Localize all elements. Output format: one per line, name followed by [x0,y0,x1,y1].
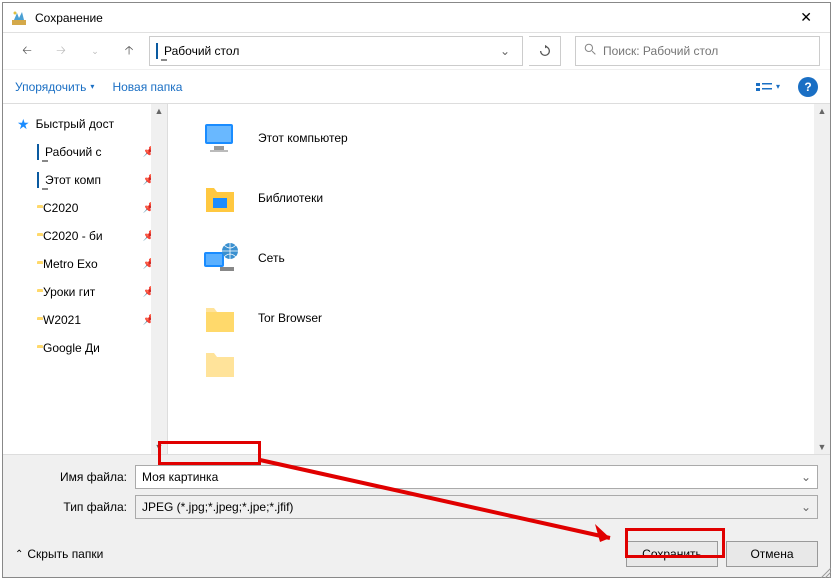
content-pane[interactable]: Этот компьютер Библиотеки Сеть [168,104,830,454]
sidebar-item-desktop[interactable]: Рабочий с 📌 [3,138,167,166]
close-button[interactable]: ✕ [790,5,822,30]
file-item-thispc[interactable]: Этот компьютер [168,108,830,168]
file-item-libraries[interactable]: Библиотеки [168,168,830,228]
sidebar-item-c2020[interactable]: C2020 📌 [3,194,167,222]
app-icon [11,10,27,26]
sidebar-item-metro[interactable]: Metro Exo 📌 [3,250,167,278]
libraries-icon [198,176,242,220]
search-icon [584,43,597,59]
organize-button[interactable]: Упорядочить ▾ [15,80,94,94]
filetype-field[interactable]: JPEG (*.jpg;*.jpeg;*.jpe;*.jfif) ⌄ [135,495,818,519]
sidebar-item-google[interactable]: Google Ди [3,334,167,362]
monitor-icon [37,173,39,187]
sidebar-item-uroki[interactable]: Уроки гит 📌 [3,278,167,306]
breadcrumb[interactable]: Рабочий стол ⌄ [149,36,523,66]
cancel-button[interactable]: Отмена [726,541,818,567]
sidebar-item-c2020b[interactable]: C2020 - би 📌 [3,222,167,250]
help-button[interactable]: ? [798,77,818,97]
filename-label: Имя файла: [15,470,135,484]
up-button[interactable]: 🡡 [115,37,143,65]
nav-row: 🡠 🡢 ⌄ 🡡 Рабочий стол ⌄ [3,33,830,69]
chevron-down-icon: ▾ [776,82,780,91]
file-item-tor[interactable]: Tor Browser [168,288,830,348]
chevron-down-icon[interactable]: ⌄ [494,44,516,58]
network-icon [198,236,242,280]
monitor-icon [37,145,39,159]
button-row: ⌃ Скрыть папки Сохранить Отмена [15,541,818,567]
filetype-label: Тип файла: [15,500,135,514]
chevron-up-icon: ⌃ [15,549,23,560]
refresh-button[interactable] [529,36,561,66]
save-button[interactable]: Сохранить [626,541,718,567]
new-folder-button[interactable]: Новая папка [112,80,182,94]
sidebar-scrollbar[interactable]: ▲ ▼ [151,104,167,454]
search-input[interactable] [603,44,811,58]
folder-icon [198,348,242,378]
forward-button[interactable]: 🡢 [47,37,75,65]
filetype-row: Тип файла: JPEG (*.jpg;*.jpeg;*.jpe;*.jf… [15,495,818,519]
view-button[interactable]: ▾ [756,80,780,94]
recent-chevron[interactable]: ⌄ [81,37,109,65]
star-icon: ★ [17,116,30,133]
titlebar: Сохранение ✕ [3,3,830,33]
sidebar: ★ Быстрый дост Рабочий с 📌 Этот комп 📌 C… [3,104,168,454]
filename-row: Имя файла: ⌄ [15,465,818,489]
file-item-partial[interactable] [168,348,830,378]
scroll-down-icon[interactable]: ▼ [818,442,827,452]
resize-grip-icon[interactable] [819,566,831,578]
chevron-down-icon[interactable]: ⌄ [801,470,811,484]
back-button[interactable]: 🡠 [13,37,41,65]
scroll-up-icon[interactable]: ▲ [818,106,827,116]
content-scrollbar[interactable]: ▲ ▼ [814,104,830,454]
file-label: Сеть [258,251,285,265]
filename-field[interactable]: ⌄ [135,465,818,489]
sidebar-quick-access[interactable]: ★ Быстрый дост [3,110,167,138]
filetype-value: JPEG (*.jpg;*.jpeg;*.jpe;*.jfif) [142,500,293,514]
file-label: Tor Browser [258,311,322,325]
chevron-down-icon: ▾ [90,82,94,91]
hide-folders-button[interactable]: ⌃ Скрыть папки [15,547,103,561]
sidebar-item-w2021[interactable]: W2021 📌 [3,306,167,334]
toolbar: Упорядочить ▾ Новая папка ▾ ? [3,69,830,103]
sidebar-item-thispc[interactable]: Этот комп 📌 [3,166,167,194]
main-area: ★ Быстрый дост Рабочий с 📌 Этот комп 📌 C… [3,103,830,454]
scroll-up-icon[interactable]: ▲ [155,106,164,116]
monitor-icon [156,44,158,58]
file-label: Библиотеки [258,191,323,205]
save-dialog: Сохранение ✕ 🡠 🡢 ⌄ 🡡 Рабочий стол ⌄ Упор… [2,2,831,578]
filename-input[interactable] [142,470,811,484]
scroll-down-icon[interactable]: ▼ [155,442,164,452]
path-text: Рабочий стол [164,44,239,58]
chevron-down-icon[interactable]: ⌄ [801,500,811,514]
search-box[interactable] [575,36,820,66]
bottom-panel: Имя файла: ⌄ Тип файла: JPEG (*.jpg;*.jp… [3,454,830,577]
file-label: Этот компьютер [258,131,348,145]
computer-icon [198,116,242,160]
window-title: Сохранение [35,11,790,25]
file-item-network[interactable]: Сеть [168,228,830,288]
folder-icon [198,296,242,340]
